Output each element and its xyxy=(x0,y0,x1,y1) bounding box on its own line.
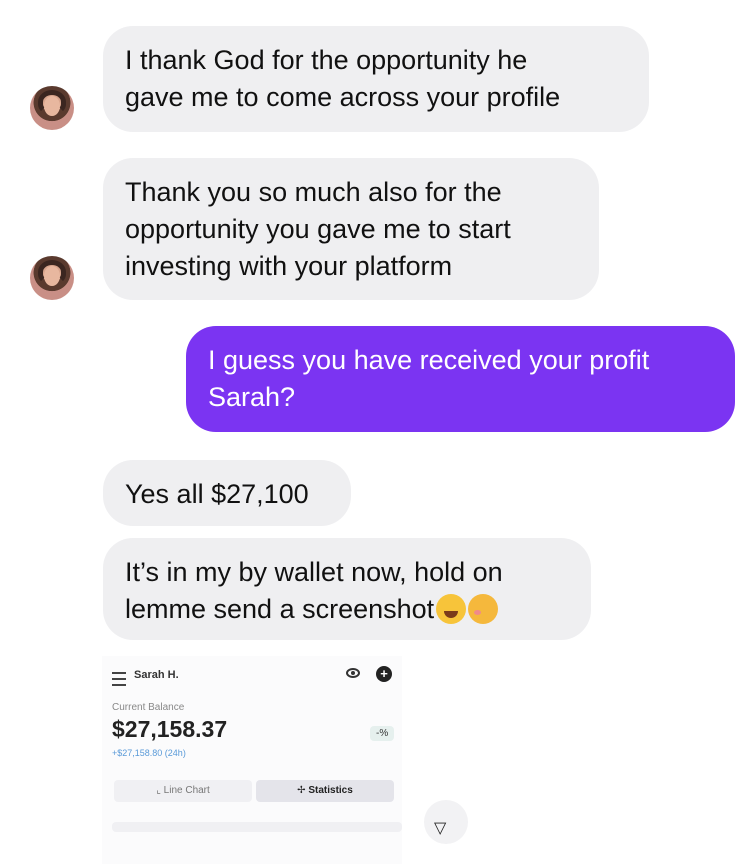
incoming-message-bubble[interactable]: Yes all $27,100 xyxy=(103,460,351,526)
star-struck-emoji-icon xyxy=(436,594,467,624)
plus-icon: + xyxy=(376,666,392,682)
balance-amount: $27,158.37 xyxy=(112,716,228,742)
message-text: gave me to come across your profile xyxy=(125,82,561,112)
message-text: investing with your platform xyxy=(125,251,453,281)
balance-change: +$27,158.80 (24h) xyxy=(112,748,186,758)
outgoing-message-bubble[interactable]: I guess you have received your profit Sa… xyxy=(186,326,735,432)
contact-avatar[interactable] xyxy=(30,86,74,130)
percent-badge: -% xyxy=(370,726,395,741)
message-text: I guess you have received your profit xyxy=(208,345,650,375)
message-text: Thank you so much also for the xyxy=(125,177,502,207)
wallet-user-name: Sarah H. xyxy=(134,669,179,681)
scroll-down-button[interactable]: ▽ xyxy=(424,800,468,844)
message-text: Sarah? xyxy=(208,382,296,412)
message-text: lemme send a screenshot xyxy=(125,594,435,624)
contact-avatar[interactable] xyxy=(30,256,74,300)
statistics-icon: ✢ xyxy=(297,785,309,796)
incoming-message-bubble[interactable]: It’s in my by wallet now, hold on lemme … xyxy=(103,538,591,640)
incoming-message-bubble[interactable]: Thank you so much also for the opportuni… xyxy=(103,158,599,300)
line-chart-icon: ⌞ xyxy=(156,785,164,796)
smiling-face-with-hearts-emoji-icon xyxy=(468,594,499,624)
statistics-tab: ✢ Statistics xyxy=(256,780,394,802)
incoming-message-bubble[interactable]: I thank God for the opportunity he gave … xyxy=(103,26,649,132)
balance-label: Current Balance xyxy=(112,702,185,713)
message-text: Yes all $27,100 xyxy=(125,479,309,509)
eye-icon xyxy=(346,668,360,678)
menu-icon xyxy=(112,672,126,686)
message-text: It’s in my by wallet now, hold on xyxy=(125,557,503,587)
line-chart-tab: ⌞ Line Chart xyxy=(114,780,252,802)
chevron-down-icon: ▽ xyxy=(434,820,447,837)
message-text: opportunity you gave me to start xyxy=(125,214,511,244)
message-text: I thank God for the opportunity he xyxy=(125,45,528,75)
wallet-footer-bar xyxy=(112,822,402,832)
shared-wallet-screenshot[interactable]: Sarah H. + Current Balance $27,158.37 +$… xyxy=(102,656,402,864)
